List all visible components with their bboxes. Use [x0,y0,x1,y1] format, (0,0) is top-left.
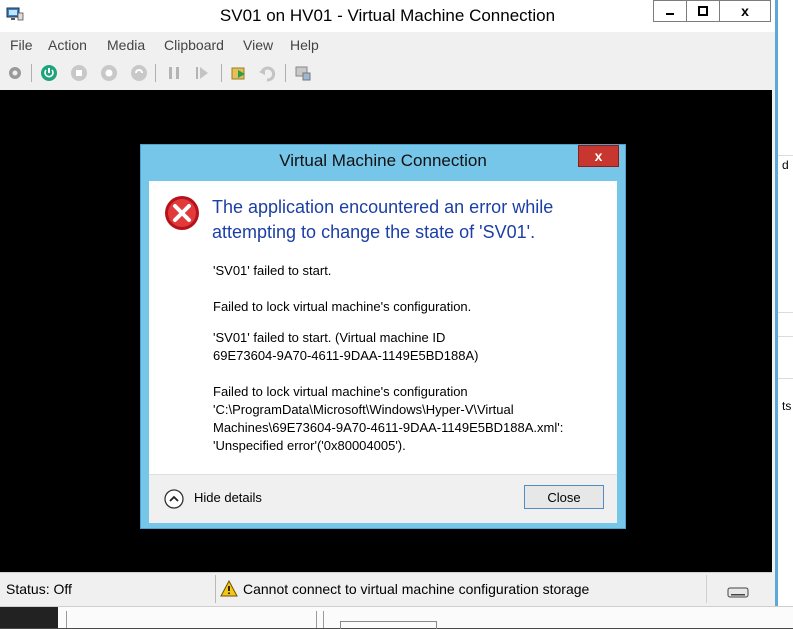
dialog-body: The application encountered an error whi… [149,181,617,523]
save-icon[interactable] [130,64,148,82]
background-taskbar [0,606,793,629]
revert-icon[interactable] [258,64,276,82]
toolbar-separator [155,64,156,82]
background-box [340,621,437,629]
start-icon[interactable] [40,64,58,82]
error-message: Failed to lock virtual machine's configu… [213,299,472,314]
background-dark-area [0,607,58,628]
menu-action[interactable]: Action [48,37,87,53]
error-icon [165,196,199,230]
background-divider [316,611,317,628]
vm-connection-window: SV01 on HV01 - Virtual Machine Connectio… [0,0,778,606]
dialog-close-button[interactable]: x [578,145,619,167]
menu-view[interactable]: View [243,37,273,53]
warning-icon [220,580,238,597]
window-close-button[interactable]: x [719,0,771,22]
checkpoint-icon[interactable] [230,64,248,82]
toolbar-separator [285,64,286,82]
ctrl-alt-del-icon[interactable] [6,64,24,82]
dialog-headline: The application encountered an error whi… [212,197,554,242]
close-button[interactable]: Close [524,485,604,509]
error-message: Failed to lock virtual machine's configu… [213,384,564,453]
status-divider [706,575,707,603]
turn-off-icon[interactable] [70,64,88,82]
toolbar-separator [221,64,222,82]
keyboard-icon[interactable] [727,587,749,599]
error-dialog: Virtual Machine Connection x The applica… [140,144,626,529]
background-text: ts [782,399,792,413]
toolbar [0,58,775,88]
error-message: 'SV01' failed to start. [213,263,332,278]
status-divider [215,575,216,603]
minimize-icon [666,13,674,15]
hide-details-link[interactable]: Hide details [194,490,262,505]
status-text: Status: Off [6,581,72,597]
menu-media[interactable]: Media [107,37,145,53]
maximize-icon [698,6,708,16]
minimize-button[interactable] [653,0,687,22]
status-bar: Status: Off Cannot connect to virtual ma… [0,572,772,606]
background-divider [66,611,67,628]
dialog-title: Virtual Machine Connection [279,151,487,170]
menu-clipboard[interactable]: Clipboard [164,37,224,53]
maximize-button[interactable] [686,0,720,22]
chevron-up-icon[interactable] [164,489,184,509]
background-text: d [782,158,789,172]
dialog-footer: Hide details Close [149,474,617,523]
pause-icon[interactable] [165,64,183,82]
menu-bar: File Action Media Clipboard View Help [0,34,775,56]
menu-help[interactable]: Help [290,37,319,53]
menu-file[interactable]: File [10,37,33,53]
enhanced-session-icon[interactable] [294,64,312,82]
status-message: Cannot connect to virtual machine config… [243,581,590,597]
title-bar[interactable]: SV01 on HV01 - Virtual Machine Connectio… [0,0,775,32]
reset-icon[interactable] [193,64,211,82]
background-divider [323,611,324,628]
toolbar-separator [31,64,32,82]
shut-down-icon[interactable] [100,64,118,82]
error-message: 'SV01' failed to start. (Virtual machine… [213,330,479,363]
